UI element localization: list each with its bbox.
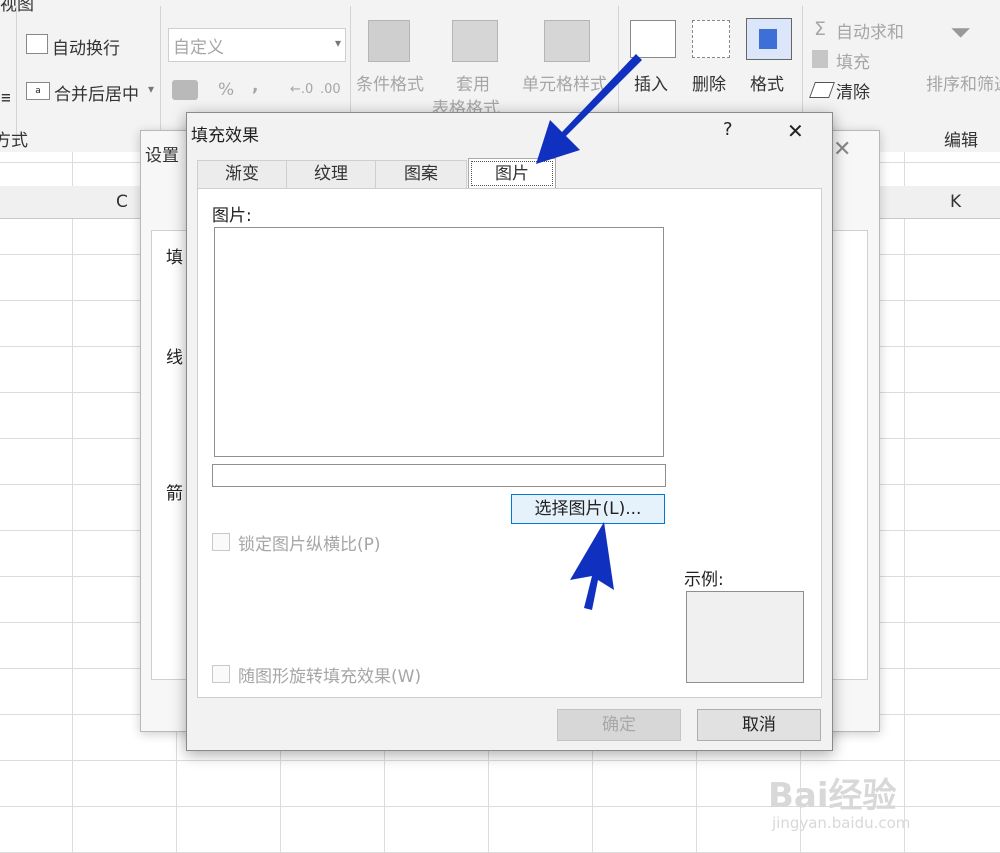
arrow-to-select-button: [570, 522, 614, 610]
baidu-watermark-logo: Bai经验: [768, 776, 897, 816]
arrow-to-picture-tab: [536, 54, 642, 164]
annotation-arrows: [536, 54, 642, 610]
baidu-watermark-url: jingyan.baidu.com: [772, 814, 911, 832]
